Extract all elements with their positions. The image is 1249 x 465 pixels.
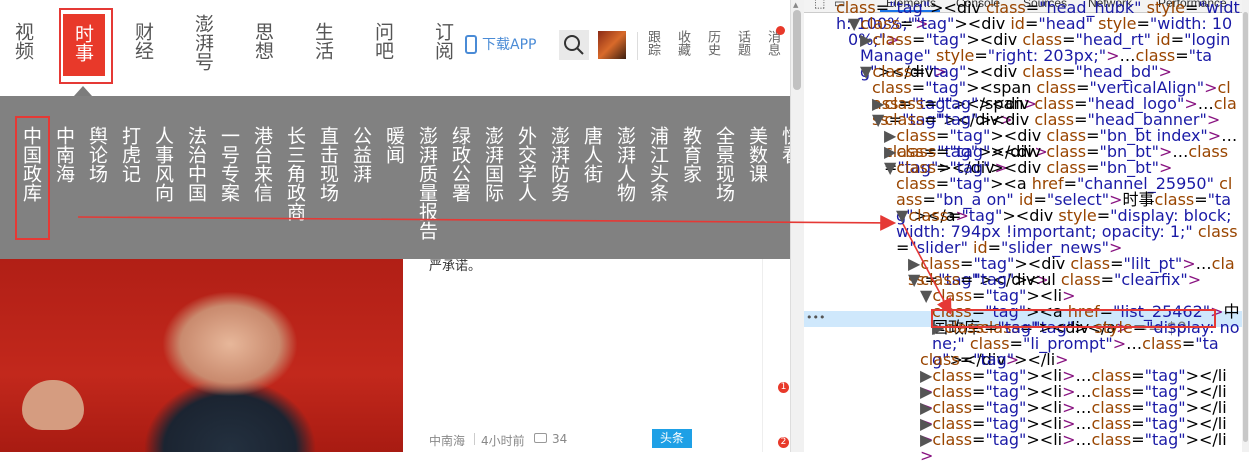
row-options-icon[interactable]: ••• xyxy=(806,311,825,324)
subnav-item[interactable]: 澎湃防务 xyxy=(548,126,570,202)
subnav-item[interactable]: 打虎记 xyxy=(119,126,141,183)
subnav-item[interactable]: 澎湃国际 xyxy=(482,126,504,202)
nav-item-life[interactable]: 生活 xyxy=(312,22,334,60)
dom-node-line[interactable]: ▶class="tag"><li>…class="tag"></li> xyxy=(920,432,1240,464)
subnav-item[interactable]: 法治中国 xyxy=(185,126,207,202)
nav-item-video[interactable]: 视频 xyxy=(12,22,34,60)
nav-item-finance[interactable]: 财经 xyxy=(132,22,154,60)
nav-item-ask[interactable]: 问吧 xyxy=(372,22,394,60)
article-comment-count[interactable]: 34 xyxy=(552,432,567,446)
subnav-item[interactable]: 一号专案 xyxy=(218,126,240,202)
subnav-item[interactable]: 中南海 xyxy=(53,126,75,183)
subnav-item[interactable]: 澎湃质量报告 xyxy=(416,126,438,240)
tool-topics[interactable]: 话题 xyxy=(735,30,750,56)
user-avatar[interactable] xyxy=(598,31,626,59)
subnav-item[interactable]: 绿政公署 xyxy=(449,126,471,202)
inspect-element-icon[interactable]: ⬚ xyxy=(814,0,825,10)
dom-node-line[interactable]: ▼class="tag"><div style="display: block;… xyxy=(896,208,1240,256)
tool-follow[interactable]: 跟踪 xyxy=(645,30,660,56)
subnav-item[interactable]: 澎湃人物 xyxy=(614,126,636,202)
nav-item-pengpai-hao[interactable]: 澎湃号 xyxy=(192,14,214,71)
subnav-item[interactable]: 美数课 xyxy=(746,126,768,183)
search-button[interactable] xyxy=(559,30,589,60)
nav-item-thought[interactable]: 思想 xyxy=(252,22,274,60)
nav-item-subscribe[interactable]: 订阅 xyxy=(432,22,454,60)
subnav-item[interactable]: 长三角政商 xyxy=(284,126,306,221)
article-summary-text[interactable]: 严承诺。 xyxy=(429,258,481,276)
dropdown-caret xyxy=(74,86,92,96)
devtools-scroll-thumb[interactable] xyxy=(1243,12,1248,442)
page-scroll-thumb[interactable] xyxy=(793,10,801,90)
tool-history[interactable]: 历史 xyxy=(705,30,720,56)
toolbar-divider xyxy=(637,32,638,60)
scroll-up-arrow-icon[interactable]: ▲ xyxy=(793,1,798,9)
expand-toggle-icon: ▼ xyxy=(920,286,933,305)
notification-dot xyxy=(776,26,785,35)
subnav-item[interactable]: 唐人街 xyxy=(581,126,603,183)
subnav-item[interactable]: 外交学人 xyxy=(515,126,537,202)
expand-toggle-icon: ▼ xyxy=(860,62,873,81)
rank-badge: 1 xyxy=(778,382,789,393)
selected-node-annotation-box xyxy=(931,309,1216,328)
expand-toggle-icon: ▼ xyxy=(908,270,921,289)
article-time: 4小时前 xyxy=(481,434,525,448)
expand-toggle-icon: ▼ xyxy=(884,158,897,177)
right-sidebar-column xyxy=(762,259,790,452)
headline-tag-badge: 头条 xyxy=(652,429,692,448)
rank-badge: 2 xyxy=(778,437,789,448)
meta-divider xyxy=(474,433,475,445)
subnav-item[interactable]: 快看 xyxy=(779,126,790,164)
article-source[interactable]: 中南海 xyxy=(429,432,465,449)
subnav-item[interactable]: 公益湃 xyxy=(350,126,372,183)
download-app-link[interactable]: 下载APP xyxy=(482,34,536,54)
search-icon xyxy=(564,35,584,55)
subnav-item[interactable]: 浦江头条 xyxy=(647,126,669,202)
tool-favorites[interactable]: 收藏 xyxy=(675,30,690,56)
nav-item-current-affairs[interactable]: 时事 xyxy=(72,24,94,62)
comment-icon xyxy=(534,433,547,443)
subnav-item[interactable]: 港台来信 xyxy=(251,126,273,202)
phone-icon xyxy=(465,35,477,54)
subnav-item[interactable]: 暖闻 xyxy=(383,126,405,164)
subnav-item[interactable]: 直击现场 xyxy=(317,126,339,202)
subnav-highlight-annotation xyxy=(15,116,50,240)
photo-hand-detail xyxy=(22,380,84,430)
subnav-item[interactable]: 舆论场 xyxy=(86,126,108,183)
subnav-item[interactable]: 全景现场 xyxy=(713,126,735,202)
expand-toggle-icon: ▼ xyxy=(872,110,885,129)
subnav-item[interactable]: 人事风向 xyxy=(152,126,174,202)
website-viewport: 视频 时事 财经 澎湃号 思想 生活 问吧 订阅 下载APP 跟踪 收藏 历史 … xyxy=(0,0,790,452)
subnav-item[interactable]: 教育家 xyxy=(680,126,702,183)
